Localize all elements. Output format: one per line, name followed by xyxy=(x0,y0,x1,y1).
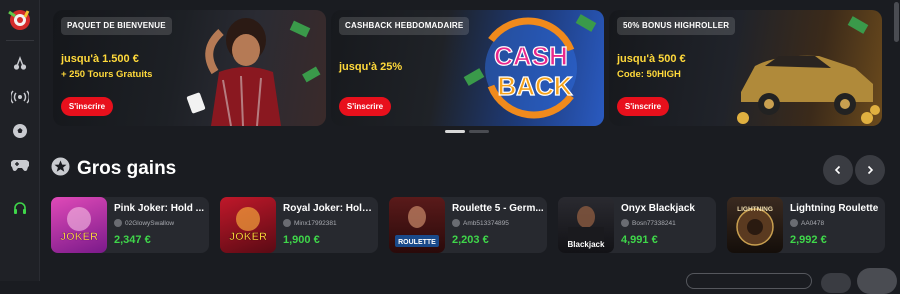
banner-tag: PAQUET DE BIENVENUE xyxy=(61,17,172,35)
carousel-dot-2[interactable] xyxy=(469,130,489,133)
cashback-art-text-2: BACK xyxy=(497,71,572,101)
promo-banner-welcome[interactable]: PAQUET DE BIENVENUE jusqu'à 1.500 € + 25… xyxy=(53,10,326,126)
winner-name: 02GlowySwallow xyxy=(125,219,175,227)
win-card[interactable]: ROULETTE Roulette 5 - Germ... Amb5133748… xyxy=(389,197,547,253)
casino-logo[interactable] xyxy=(6,8,34,32)
thumb-text: Blackjack xyxy=(568,240,605,249)
winner: Minx17992381 xyxy=(283,219,337,227)
game-name: Roulette 5 - Germ... xyxy=(452,203,544,214)
star-icon xyxy=(51,157,70,181)
game-thumbnail: ROULETTE xyxy=(389,197,445,253)
headset-support-icon[interactable] xyxy=(9,198,31,220)
banner-art-cashback: CASH BACK xyxy=(463,14,597,119)
prev-button[interactable] xyxy=(823,155,853,185)
winner-name: Bosn77338241 xyxy=(632,219,676,227)
chevron-left-icon xyxy=(834,165,841,175)
signup-button[interactable]: S'inscrire xyxy=(61,97,113,116)
promo-banner-highroller[interactable]: 50% BONUS HIGHROLLER jusqu'à 500 € Code:… xyxy=(609,10,882,126)
live-broadcast-icon[interactable] xyxy=(9,86,31,108)
cashback-art-text-1: CASH xyxy=(494,41,568,71)
winner: AA0478 xyxy=(790,219,824,227)
thumb-text: ROULETTE xyxy=(398,239,436,246)
cherries-icon[interactable] xyxy=(9,52,31,74)
signup-button[interactable]: S'inscrire xyxy=(339,97,391,116)
sidebar-divider xyxy=(6,40,34,41)
signup-button[interactable]: S'inscrire xyxy=(617,97,669,116)
user-icon xyxy=(621,219,629,227)
win-amount: 2,347 € xyxy=(114,234,151,246)
soccer-ball-icon[interactable] xyxy=(9,120,31,142)
big-wins-header: Gros gains xyxy=(51,157,176,181)
user-icon xyxy=(452,219,460,227)
win-amount: 2,203 € xyxy=(452,234,489,246)
banner-art-welcome xyxy=(186,18,321,126)
game-thumbnail: LIGHTNING xyxy=(727,197,783,253)
next-button[interactable] xyxy=(855,155,885,185)
winner-name: Amb513374895 xyxy=(463,219,509,227)
thumb-text: LIGHTNING xyxy=(737,206,773,213)
next-section-pill[interactable] xyxy=(686,273,812,289)
game-name: Pink Joker: Hold ... xyxy=(114,203,205,214)
win-amount: 1,900 € xyxy=(283,234,320,246)
win-card[interactable]: JOKER Pink Joker: Hold ... 02GlowySwallo… xyxy=(51,197,209,253)
game-thumbnail: JOKER xyxy=(51,197,107,253)
win-card[interactable]: JOKER Royal Joker: Hold ... Minx17992381… xyxy=(220,197,378,253)
win-card[interactable]: LIGHTNING Lightning Roulette AA0478 2,99… xyxy=(727,197,885,253)
banner-tag: 50% BONUS HIGHROLLER xyxy=(617,17,736,35)
sidebar xyxy=(0,0,40,281)
user-icon xyxy=(283,219,291,227)
banner-offer: jusqu'à 25% xyxy=(339,61,403,73)
banner-offer: jusqu'à 500 € xyxy=(617,53,686,65)
banner-art-highroller xyxy=(737,16,880,124)
promo-banner-cashback[interactable]: CASH BACK CASHBACK HEBDOMADAIRE jusqu'à … xyxy=(331,10,604,126)
banner-suboffer: + 250 Tours Gratuits xyxy=(61,69,153,80)
carousel-dot-1[interactable] xyxy=(445,130,465,133)
game-name: Onyx Blackjack xyxy=(621,203,695,214)
banner-tag: CASHBACK HEBDOMADAIRE xyxy=(339,17,470,35)
game-name: Royal Joker: Hold ... xyxy=(283,203,375,214)
winner: Bosn77338241 xyxy=(621,219,676,227)
thumb-text: JOKER xyxy=(229,231,267,243)
next-section-button[interactable] xyxy=(821,273,851,293)
winner-name: Minx17992381 xyxy=(294,219,337,227)
user-icon xyxy=(790,219,798,227)
banner-suboffer: Code: 50HIGH xyxy=(617,69,681,80)
gamepad-icon[interactable] xyxy=(9,154,31,176)
winner-name: AA0478 xyxy=(801,219,825,227)
winner: 02GlowySwallow xyxy=(114,219,174,227)
main-content: PAQUET DE BIENVENUE jusqu'à 1.500 € + 25… xyxy=(40,0,900,294)
banner-offer: jusqu'à 1.500 € xyxy=(61,53,139,65)
game-name: Lightning Roulette xyxy=(790,203,879,214)
thumb-text: JOKER xyxy=(60,231,98,243)
winner: Amb513374895 xyxy=(452,219,509,227)
next-section-button[interactable] xyxy=(857,268,897,294)
win-card[interactable]: Blackjack Onyx Blackjack Bosn77338241 4,… xyxy=(558,197,716,253)
game-thumbnail: JOKER xyxy=(220,197,276,253)
win-amount: 2,992 € xyxy=(790,234,827,246)
game-thumbnail: Blackjack xyxy=(558,197,614,253)
user-icon xyxy=(114,219,122,227)
carousel-pagination xyxy=(445,130,489,133)
section-title: Gros gains xyxy=(77,158,177,179)
win-amount: 4,991 € xyxy=(621,234,658,246)
chevron-right-icon xyxy=(867,165,874,175)
